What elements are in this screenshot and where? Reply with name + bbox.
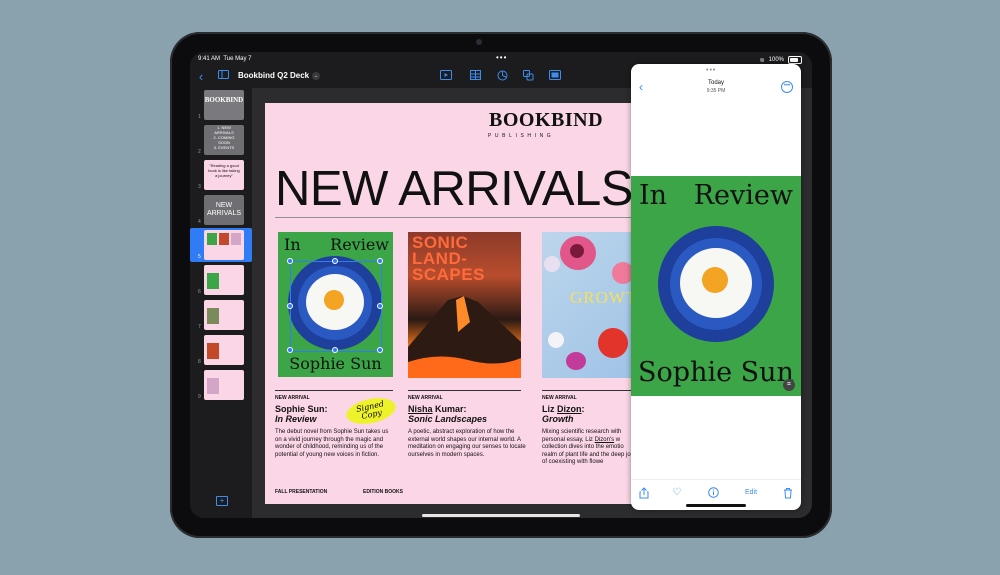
- selection-handle[interactable]: [377, 347, 383, 353]
- flower-image: [548, 332, 564, 348]
- photo-title-left: In: [639, 180, 668, 211]
- book-cover-growth[interactable]: GROWTH: [542, 232, 645, 378]
- slide-number: 2: [198, 149, 201, 155]
- new-arrival-tag: NEW ARRIVAL: [542, 395, 577, 401]
- book-info-nisha-kumar: NEW ARRIVAL Nisha Kumar: Sonic Landscape…: [408, 395, 528, 459]
- book-title: Sonic Landscapes: [408, 414, 488, 424]
- wifi-icon: ≋: [759, 57, 765, 64]
- slide[interactable]: BOOKBIND PUBLISHING NEW ARRIVALS In Revi…: [265, 103, 645, 504]
- cover-title: In Review: [284, 235, 389, 254]
- shapes-icon[interactable]: [521, 70, 535, 84]
- photos-slide-over: ••• ‹ Today 9:35 PM ••• In Review Sophie…: [631, 64, 801, 510]
- status-right: ≋ 100%: [760, 56, 802, 64]
- book-description: Mixing scientific research with personal…: [542, 429, 634, 465]
- slide-number: 6: [198, 289, 201, 295]
- back-chevron-icon[interactable]: ‹: [194, 70, 208, 84]
- slide-number: 9: [198, 394, 201, 400]
- selection-handle[interactable]: [377, 303, 383, 309]
- slide-thumbnail-6[interactable]: [204, 265, 244, 295]
- thumbnail-list: 1 BOOKBIND 2 1. NEW ARRIVALS 2. COMING S…: [190, 88, 252, 418]
- add-slide-icon[interactable]: +: [216, 496, 228, 506]
- slide-thumbnail-7[interactable]: [204, 300, 244, 330]
- chevron-down-icon[interactable]: ⌄: [312, 71, 321, 80]
- divider: [408, 390, 521, 391]
- slide-number: 7: [198, 324, 201, 330]
- sidebar-icon[interactable]: [216, 70, 230, 84]
- slide-over-handle[interactable]: •••: [706, 67, 716, 74]
- book-cover-sonic-landscapes[interactable]: SONIC LAND- SCAPES: [408, 232, 521, 378]
- more-icon[interactable]: •••: [781, 81, 793, 93]
- slide-thumbnail-2[interactable]: 1. NEW ARRIVALS 2. COMING SOON 3. EVENTS: [204, 125, 244, 155]
- photo-title-right: Review: [693, 180, 793, 211]
- camera: [476, 39, 482, 45]
- slide-number: 8: [198, 359, 201, 365]
- status-time: 9:41 AM Tue May 7: [198, 56, 252, 62]
- slide-number: 3: [198, 184, 201, 190]
- author-name: Nisha Kumar:: [408, 404, 467, 414]
- slide-footer-mid: EDITION BOOKS: [363, 489, 404, 495]
- cover-title-left: In: [284, 235, 301, 254]
- slide-number: 1: [198, 114, 201, 120]
- slide-thumbnail-8[interactable]: [204, 335, 244, 365]
- battery-label: 100%: [768, 57, 784, 63]
- photo-cover-author: Sophie Sun: [638, 357, 794, 388]
- slide-thumbnail-5[interactable]: [204, 230, 244, 260]
- divider: [542, 390, 645, 391]
- table-icon[interactable]: [468, 70, 482, 84]
- live-text-icon[interactable]: ⌗: [783, 379, 795, 391]
- book-title: Growth: [542, 414, 574, 424]
- photo-time: 9:35 PM: [706, 88, 726, 94]
- heart-icon[interactable]: ♡: [670, 487, 684, 498]
- divider: [275, 217, 645, 218]
- egg-yolk: [702, 267, 728, 293]
- battery-icon: [788, 56, 802, 64]
- publisher-logo-subtitle: PUBLISHING: [488, 133, 555, 139]
- thumb-logo: BOOKBIND: [204, 96, 244, 104]
- slide-thumbnail-3[interactable]: "Reading a good book is like taking a jo…: [204, 160, 244, 190]
- edit-button[interactable]: Edit: [745, 489, 757, 496]
- photo-date: Today: [707, 80, 724, 86]
- slide-thumbnail-1[interactable]: BOOKBIND: [204, 90, 244, 120]
- document-title[interactable]: Bookbind Q2 Deck ⌄: [238, 71, 321, 80]
- cover-title-right: Review: [330, 235, 389, 254]
- flower-image: [566, 352, 586, 370]
- play-icon[interactable]: [439, 70, 453, 84]
- divider: [275, 390, 393, 391]
- selection-handle[interactable]: [287, 303, 293, 309]
- cover-title: SONIC LAND- SCAPES: [412, 233, 485, 284]
- author-name: Liz Dizon:: [542, 404, 585, 414]
- book-description: The debut novel from Sophie Sun takes us…: [275, 429, 389, 458]
- photo-in-review-cover[interactable]: In Review Sophie Sun ⌗: [631, 176, 801, 396]
- home-indicator: [686, 504, 746, 507]
- multitasking-dots[interactable]: •••: [496, 53, 507, 62]
- slide-thumbnail-9[interactable]: [204, 370, 244, 400]
- selection-handle[interactable]: [287, 347, 293, 353]
- info-icon[interactable]: [706, 487, 720, 501]
- selection-handle[interactable]: [332, 347, 338, 353]
- book-info-liz-dizon: NEW ARRIVAL Liz Dizon: Growth Mixing sci…: [542, 395, 645, 467]
- selection-handle[interactable]: [287, 258, 293, 264]
- chart-icon[interactable]: [495, 70, 509, 84]
- flower-center: [570, 244, 584, 258]
- slide-number: 4: [198, 219, 201, 225]
- slide-number: 5: [198, 254, 201, 260]
- book-description: A poetic, abstract exploration of how th…: [408, 429, 526, 458]
- cover-author: Sophie Sun: [289, 354, 382, 373]
- photo-cover-title: In Review: [639, 180, 793, 211]
- photo-toolbar: ♡ Edit: [631, 479, 801, 510]
- slide-footer-left: FALL PRESENTATION: [275, 489, 328, 495]
- flower-image: [544, 256, 560, 272]
- trash-icon[interactable]: [781, 487, 795, 502]
- new-arrival-tag: NEW ARRIVAL: [408, 395, 443, 401]
- selection-handle[interactable]: [332, 258, 338, 264]
- media-icon[interactable]: [548, 70, 562, 84]
- flower-image: [598, 328, 628, 358]
- slide-headline[interactable]: NEW ARRIVALS: [275, 161, 633, 217]
- slide-thumbnail-4[interactable]: NEW ARRIVALS: [204, 195, 244, 225]
- publisher-logo: BOOKBIND: [489, 109, 604, 131]
- selection-handle[interactable]: [377, 258, 383, 264]
- share-icon[interactable]: [637, 487, 651, 502]
- selection-box[interactable]: [290, 261, 382, 352]
- home-indicator: [422, 514, 580, 517]
